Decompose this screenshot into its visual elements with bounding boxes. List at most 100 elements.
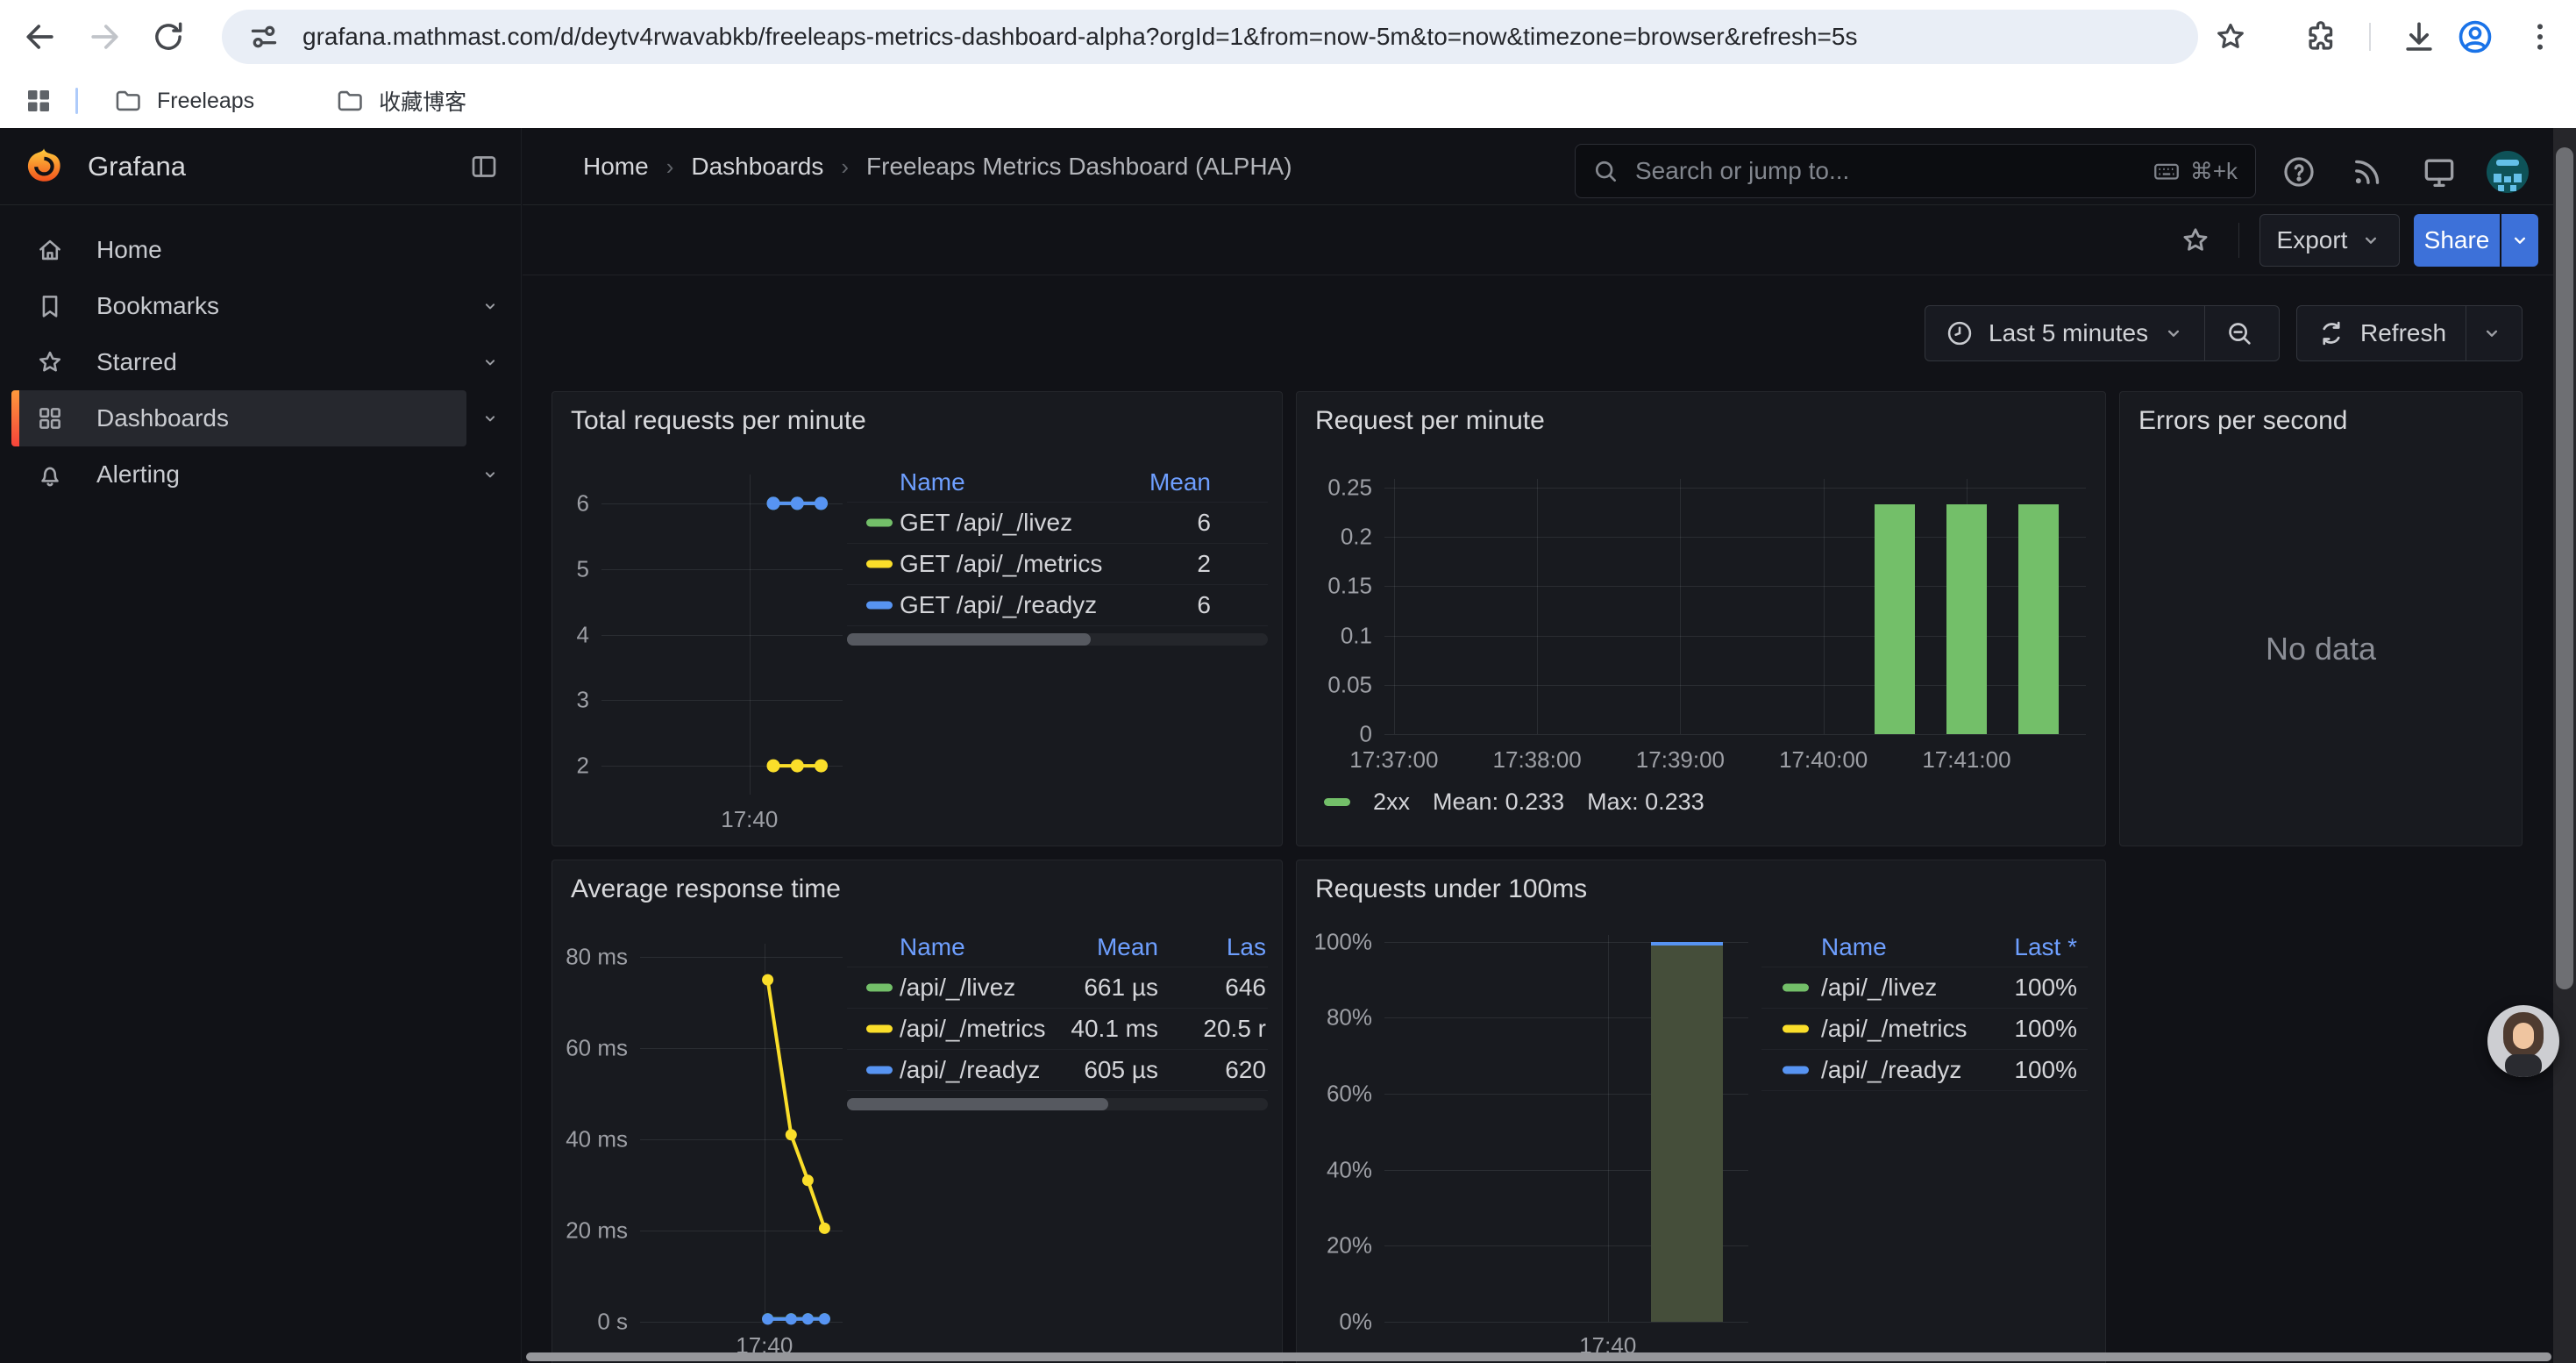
sidebar-item-bookmarks[interactable]: Bookmarks [0,278,521,334]
legend-value: 100% [2014,1056,2077,1084]
news-rss-icon[interactable] [2346,151,2388,193]
bar-chart[interactable]: 0.250.20.150.10.05017:37:0017:38:0017:39… [1297,392,2105,846]
legend-row[interactable]: /api/_/livez100% [1761,967,2088,1009]
data-point [819,1313,830,1324]
collapse-sidebar-icon[interactable] [466,149,502,184]
legend-series-name: GET /api/_/readyz [900,591,1097,619]
legend-value: 2 [1197,550,1211,578]
breadcrumb-item[interactable]: Dashboards [691,153,823,181]
help-icon[interactable] [2278,151,2320,193]
y-axis-label: 100% [1314,928,1373,955]
user-avatar[interactable] [2487,151,2529,193]
reload-icon[interactable] [143,11,194,62]
sidebar-item-home[interactable]: Home [0,222,521,278]
clock-icon [1945,318,1975,348]
area-bar [1651,942,1723,1322]
time-range-picker[interactable]: Last 5 minutes [1925,306,2204,360]
grafana-logo-icon[interactable] [23,146,65,188]
panel-errors-per-second: Errors per second No data [2119,391,2523,846]
data-point [815,760,828,773]
legend-scrollbar-thumb [847,633,1091,646]
legend-row[interactable]: GET /api/_/metrics2 [847,544,1268,585]
bookmarks-bar: Freeleaps 收藏博客 [0,74,2576,128]
horizontal-scrollbar[interactable] [526,1352,2551,1361]
legend-value: 20.5 r [1203,1015,1266,1043]
data-point [802,1313,814,1324]
app-header: Home›Dashboards›Freeleaps Metrics Dashbo… [523,128,2553,205]
search-input[interactable] [1633,156,2152,186]
legend-series-name: GET /api/_/livez [900,509,1072,537]
sidebar-item-label: Starred [96,348,177,376]
bookmark-label: 收藏博客 [379,85,466,117]
legend-series-name[interactable]: 2xx [1373,789,1410,816]
bookmark-item[interactable]: Freeleaps [101,81,267,121]
chevron-down-icon [479,351,502,374]
bookmark-star-icon[interactable] [2205,11,2256,62]
y-axis-label: 20% [1327,1232,1372,1260]
bar [1875,504,1915,734]
scrollbar-thumb[interactable] [2556,147,2573,989]
sidebar-item-dashboards[interactable]: Dashboards [0,390,521,446]
breadcrumb-item[interactable]: Home [583,153,649,181]
sidebar-item-alerting[interactable]: Alerting [0,446,521,503]
apps-grid-icon[interactable] [23,85,54,117]
refresh-button[interactable]: Refresh [2297,306,2466,360]
zoom-out-button[interactable] [2205,306,2274,360]
share-menu-button[interactable] [2501,214,2538,267]
legend-value: 40.1 ms [1071,1015,1158,1043]
grid-line [1384,488,2086,489]
sidebar-item-label: Alerting [96,460,180,489]
avatar-body [2505,1054,2542,1077]
export-button[interactable]: Export [2259,214,2400,267]
legend-row[interactable]: /api/_/readyz100% [1761,1050,2088,1091]
search-icon [1591,157,1619,185]
toolbar-divider [2238,223,2239,258]
legend-header-value: Last * [2014,933,2077,961]
downloads-icon[interactable] [2394,11,2444,62]
panel-total-requests-per-minute: Total requests per minute 6543217:40 Nam… [551,391,1283,846]
refresh-controls: Refresh [2296,305,2523,361]
sidebar-item-starred[interactable]: Starred [0,334,521,390]
bookmark-item[interactable]: 收藏博客 [323,80,479,122]
legend-row[interactable]: /api/_/livez661 µs646 [847,967,1268,1009]
legend-value: 6 [1197,591,1211,619]
y-axis-label: 0.25 [1327,475,1372,502]
series-color-pill [866,1025,893,1033]
bell-icon [35,460,65,489]
y-axis-label: 3 [577,687,589,714]
dashboard-toolbar: Export Share [523,205,2553,275]
legend-row[interactable]: /api/_/metrics40.1 ms20.5 r [847,1009,1268,1050]
back-icon[interactable] [15,11,66,62]
profile-icon[interactable] [2450,11,2501,62]
legend-row[interactable]: /api/_/metrics100% [1761,1009,2088,1050]
bookmark-label: Freeleaps [157,89,254,114]
floating-assistant-avatar[interactable] [2487,1005,2559,1077]
refresh-interval-picker[interactable] [2466,306,2517,360]
kiosk-monitor-icon[interactable] [2418,151,2460,193]
legend-scrollbar[interactable] [847,633,1268,646]
data-point [786,1313,797,1324]
site-settings-icon[interactable] [246,19,281,54]
legend-row[interactable]: GET /api/_/readyz 6 [847,585,1268,626]
y-axis-label: 20 ms [566,1217,628,1245]
favorite-star-icon[interactable] [2174,219,2217,261]
share-button[interactable]: Share [2414,214,2500,267]
x-axis-label: 17:40 [721,806,778,833]
window-scrollbar[interactable] [2553,128,2576,1363]
extensions-icon[interactable] [2295,11,2346,62]
search-box[interactable]: ⌘+k [1575,144,2256,198]
breadcrumb: Home›Dashboards›Freeleaps Metrics Dashbo… [583,128,1292,205]
browser-menu-icon[interactable] [2515,11,2565,62]
chevron-down-icon [2162,322,2185,345]
legend-row[interactable]: GET /api/_/livez6 [847,503,1268,544]
url-bar[interactable]: grafana.mathmast.com/d/deytv4rwavabkb/fr… [222,10,2198,64]
forward-icon[interactable] [79,11,130,62]
legend-series-name: /api/_/livez [1821,974,1937,1002]
y-axis-label: 40 ms [566,1126,628,1153]
breadcrumb-separator: › [841,153,849,181]
y-axis-label: 60 ms [566,1035,628,1062]
series-color-pill [866,984,893,992]
legend-row[interactable]: /api/_/readyz605 µs620 [847,1050,1268,1091]
chevron-down-icon [479,463,502,486]
legend-scrollbar[interactable] [847,1098,1268,1110]
